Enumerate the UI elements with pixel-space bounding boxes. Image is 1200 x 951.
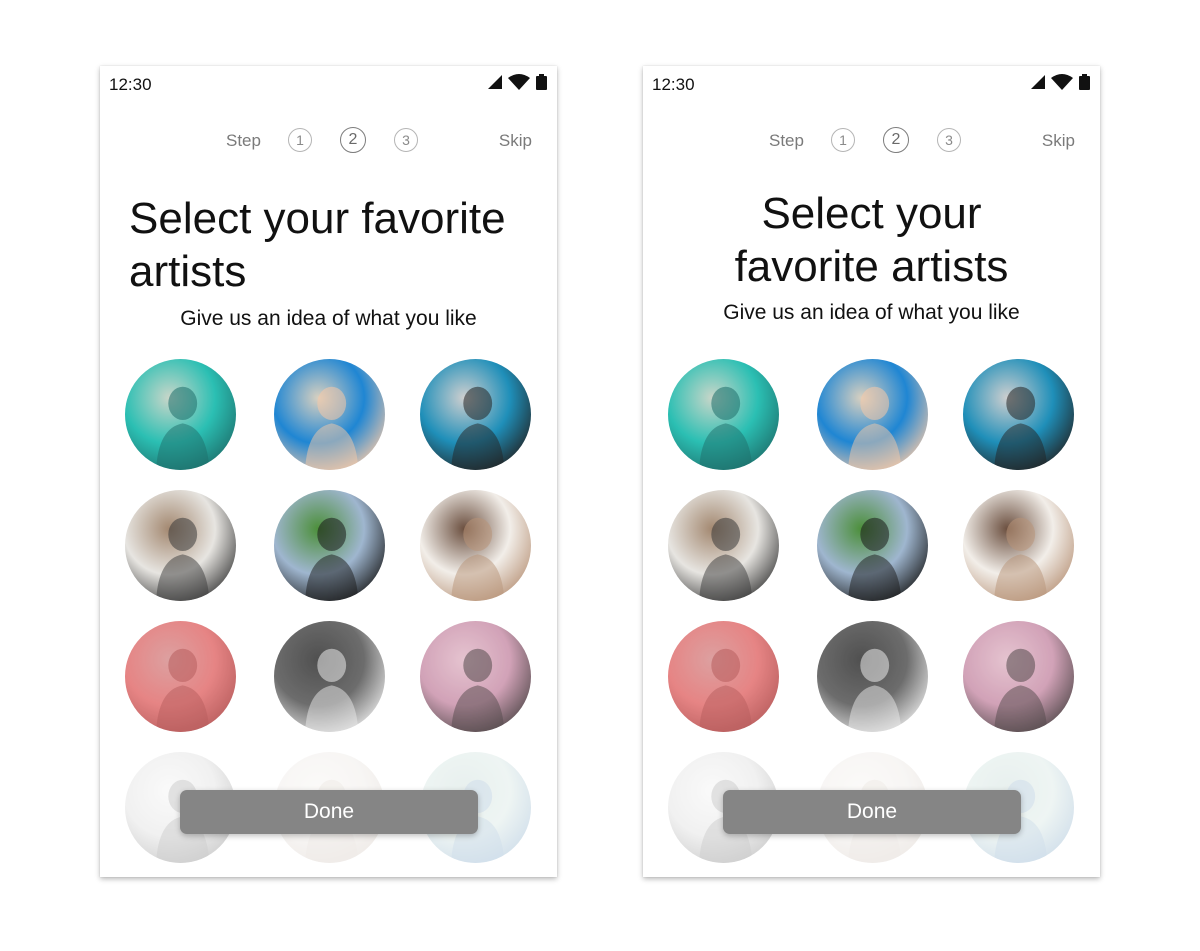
artist-photo-desert[interactable] xyxy=(420,490,531,601)
artist-photo-rose[interactable] xyxy=(274,359,385,470)
artist-photo-singer-bw[interactable] xyxy=(817,621,928,732)
artist-photo-dj-neon[interactable] xyxy=(125,359,236,470)
artist-photo-singer-bw[interactable] xyxy=(274,621,385,732)
artist-photo-red-abstract[interactable] xyxy=(125,621,236,732)
artist-photo-curly-hair[interactable] xyxy=(420,621,531,732)
artist-grid xyxy=(100,66,557,877)
phone-screen-variant-a: 12:30 Step 1 2 3 Skip Select your favori… xyxy=(100,66,557,877)
artist-photo-windmill[interactable] xyxy=(274,490,385,601)
artist-photo-crouching-man[interactable] xyxy=(963,359,1074,470)
done-button[interactable]: Done xyxy=(180,790,478,834)
phone-screen-variant-b: 12:30 Step 1 2 3 Skip Select your favori… xyxy=(643,66,1100,877)
artist-photo-windmill[interactable] xyxy=(817,490,928,601)
artist-photo-dj-neon[interactable] xyxy=(668,359,779,470)
done-button[interactable]: Done xyxy=(723,790,1021,834)
artist-photo-red-abstract[interactable] xyxy=(668,621,779,732)
artist-photo-curly-hair[interactable] xyxy=(963,621,1074,732)
artist-photo-horse-mask[interactable] xyxy=(668,490,779,601)
artist-grid xyxy=(643,66,1100,877)
artist-photo-horse-mask[interactable] xyxy=(125,490,236,601)
artist-photo-crouching-man[interactable] xyxy=(420,359,531,470)
artist-photo-desert[interactable] xyxy=(963,490,1074,601)
artist-photo-rose[interactable] xyxy=(817,359,928,470)
